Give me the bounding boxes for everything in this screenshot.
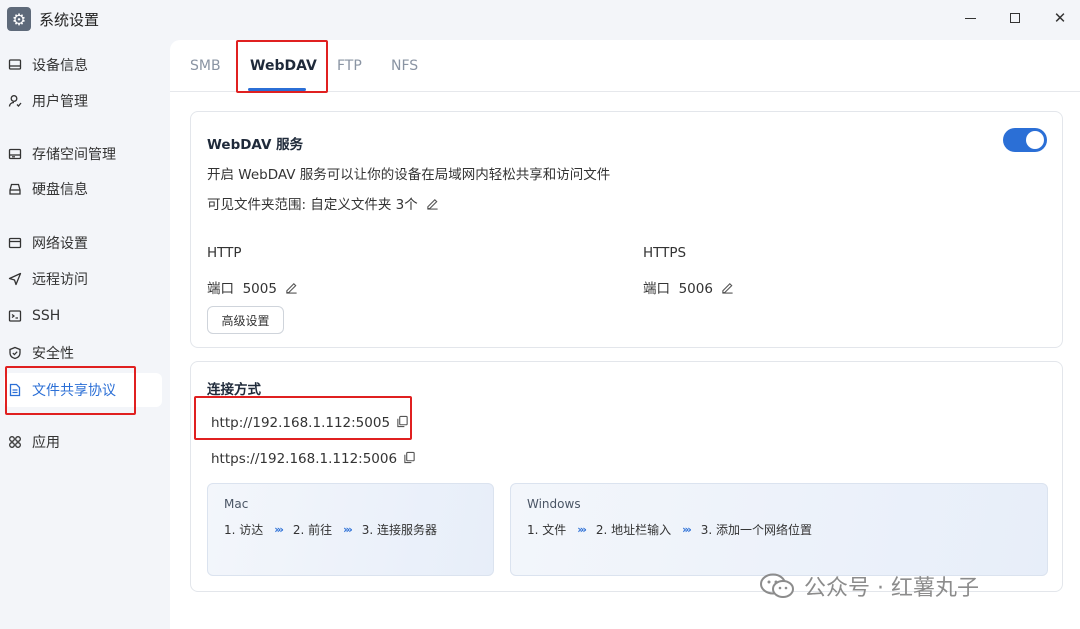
monitor-icon xyxy=(8,58,22,72)
tab-nfs[interactable]: NFS xyxy=(391,58,418,74)
protocol-tabs: SMB WebDAV FTP NFS xyxy=(170,40,1080,92)
sidebar-item-label: 存储空间管理 xyxy=(32,147,116,163)
mac-title: Mac xyxy=(224,497,249,511)
sidebar-item-file-sharing[interactable]: 文件共享协议 xyxy=(4,373,162,407)
webdav-toggle[interactable] xyxy=(1003,128,1047,152)
connection-card: 连接方式 http://192.168.1.112:5005 https://1… xyxy=(190,361,1063,592)
service-description: 开启 WebDAV 服务可以让你的设备在局域网内轻松共享和访问文件 xyxy=(207,167,611,183)
tab-smb[interactable]: SMB xyxy=(190,58,221,74)
maximize-button[interactable] xyxy=(995,4,1035,32)
chevrons-right-icon: ››› xyxy=(343,523,353,536)
tab-ftp[interactable]: FTP xyxy=(337,58,362,74)
windows-step: 1. 文件 xyxy=(527,523,567,537)
sidebar-item-ssh[interactable]: SSH xyxy=(4,299,162,333)
sidebar-item-label: 远程访问 xyxy=(32,272,88,288)
network-icon xyxy=(8,236,22,250)
webdav-service-card: WebDAV 服务 开启 WebDAV 服务可以让你的设备在局域网内轻松共享和访… xyxy=(190,111,1063,348)
sidebar-item-device-info[interactable]: 设备信息 xyxy=(4,48,162,82)
user-icon xyxy=(8,94,22,108)
sidebar-item-label: 网络设置 xyxy=(32,236,88,252)
port-label: 端口 xyxy=(207,281,234,297)
close-icon: ✕ xyxy=(1053,9,1067,27)
wechat-icon xyxy=(760,573,794,598)
chevrons-right-icon: ››› xyxy=(274,523,284,536)
sidebar-item-storage[interactable]: 存储空间管理 xyxy=(4,137,162,171)
close-button[interactable]: ✕ xyxy=(1040,4,1080,32)
mac-step: 2. 前往 xyxy=(292,523,333,537)
advanced-settings-button[interactable]: 高级设置 xyxy=(207,306,284,334)
copy-http-url-icon[interactable] xyxy=(396,415,409,428)
sidebar-item-label: 设备信息 xyxy=(32,58,88,74)
main-panel: SMB WebDAV FTP NFS WebDAV 服务 开启 WebDAV 服… xyxy=(170,40,1080,629)
visible-scope-text: 可见文件夹范围: 自定义文件夹 3个 xyxy=(207,197,418,213)
edit-http-port-icon[interactable] xyxy=(285,281,298,294)
minimize-button[interactable] xyxy=(950,4,990,32)
watermark: 公众号 · 红薯丸子 xyxy=(760,570,979,602)
window-title: 系统设置 xyxy=(39,11,100,29)
service-title: WebDAV 服务 xyxy=(207,137,304,153)
https-url: https://192.168.1.112:5006 xyxy=(211,451,398,467)
connection-title: 连接方式 xyxy=(207,382,261,398)
sidebar-item-label: SSH xyxy=(32,308,61,324)
sidebar-item-label: 用户管理 xyxy=(32,94,88,110)
apps-icon xyxy=(8,435,22,449)
copy-https-url-icon[interactable] xyxy=(403,451,416,464)
http-port: 端口 5005 xyxy=(207,277,298,297)
sidebar-item-disk[interactable]: 硬盘信息 xyxy=(4,172,162,206)
windows-instructions: Windows 1. 文件 ››› 2. 地址栏输入 ››› 3. 添加一个网络… xyxy=(510,483,1048,576)
http-url: http://192.168.1.112:5005 xyxy=(211,415,391,431)
windows-steps: 1. 文件 ››› 2. 地址栏输入 ››› 3. 添加一个网络位置 xyxy=(527,521,812,538)
http-url-row: http://192.168.1.112:5005 xyxy=(211,415,409,431)
windows-step: 2. 地址栏输入 xyxy=(595,523,672,537)
https-label: HTTPS xyxy=(643,245,687,261)
sidebar-item-remote-access[interactable]: 远程访问 xyxy=(4,262,162,296)
title-bar: ⚙ 系统设置 ✕ xyxy=(0,0,1080,38)
https-port-value: 5006 xyxy=(678,281,713,297)
tab-webdav[interactable]: WebDAV xyxy=(250,58,317,74)
active-tab-indicator xyxy=(248,88,306,91)
visible-folder-scope: 可见文件夹范围: 自定义文件夹 3个 xyxy=(207,193,439,213)
storage-icon xyxy=(8,147,22,161)
chevrons-right-icon: ››› xyxy=(577,523,587,536)
disk-icon xyxy=(8,182,22,196)
minimize-icon xyxy=(964,17,976,19)
mac-step: 3. 连接服务器 xyxy=(361,523,438,537)
sidebar-item-security[interactable]: 安全性 xyxy=(4,336,162,370)
chevrons-right-icon: ››› xyxy=(682,523,692,536)
sidebar-item-network[interactable]: 网络设置 xyxy=(4,226,162,260)
sidebar-item-users[interactable]: 用户管理 xyxy=(4,84,162,118)
https-url-row: https://192.168.1.112:5006 xyxy=(211,451,416,467)
sidebar-item-label: 安全性 xyxy=(32,346,74,362)
sidebar: 设备信息 用户管理 存储空间管理 硬盘信息 网络设置 远程访问 SSH 安全性 … xyxy=(0,40,170,629)
edit-https-port-icon[interactable] xyxy=(721,281,734,294)
https-port: 端口 5006 xyxy=(643,277,734,297)
sidebar-item-label: 文件共享协议 xyxy=(32,383,116,399)
watermark-text: 公众号 · 红薯丸子 xyxy=(804,576,979,601)
maximize-icon xyxy=(1010,13,1020,23)
shield-icon xyxy=(8,346,22,360)
sidebar-item-apps[interactable]: 应用 xyxy=(4,425,162,459)
http-label: HTTP xyxy=(207,245,242,261)
http-port-value: 5005 xyxy=(242,281,277,297)
document-icon xyxy=(8,383,22,397)
sidebar-item-label: 硬盘信息 xyxy=(32,182,88,198)
sidebar-item-label: 应用 xyxy=(32,435,60,451)
terminal-icon xyxy=(8,309,22,323)
toggle-knob xyxy=(1026,131,1044,149)
mac-instructions: Mac 1. 访达 ››› 2. 前往 ››› 3. 连接服务器 xyxy=(207,483,494,576)
mac-step: 1. 访达 xyxy=(224,523,264,537)
edit-scope-icon[interactable] xyxy=(426,197,439,210)
mac-steps: 1. 访达 ››› 2. 前往 ››› 3. 连接服务器 xyxy=(224,521,437,538)
send-icon xyxy=(8,272,22,286)
windows-step: 3. 添加一个网络位置 xyxy=(700,523,813,537)
gear-icon: ⚙ xyxy=(7,7,31,31)
windows-title: Windows xyxy=(527,497,581,511)
port-label: 端口 xyxy=(643,281,670,297)
